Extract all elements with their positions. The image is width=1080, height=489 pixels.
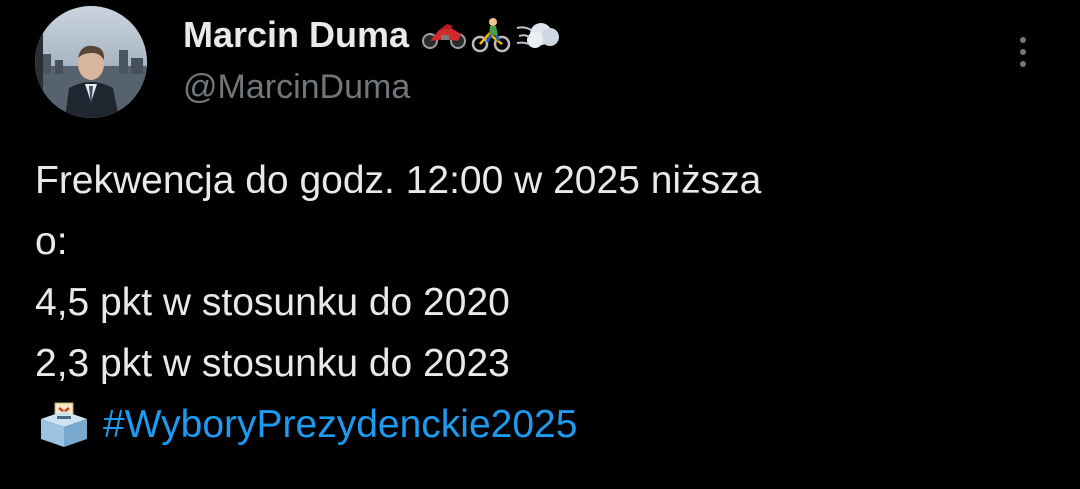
user-handle[interactable]: @MarcinDuma — [183, 68, 410, 107]
hashtag-link[interactable]: #WyboryPrezydenckie2025 — [103, 394, 577, 455]
ballot-box-emoji — [41, 402, 87, 447]
tweet-text-line: 2,3 pkt w stosunku do 2023 — [35, 342, 510, 385]
more-options-button[interactable] — [1008, 30, 1038, 74]
display-name-text: Marcin Duma — [183, 14, 410, 55]
hashtag-line: #WyboryPrezydenckie2025 — [35, 394, 1045, 455]
tweet-text-line: 4,5 pkt w stosunku do 2020 — [35, 281, 510, 324]
cyclist-emoji — [471, 18, 511, 53]
avatar-photo — [35, 6, 147, 118]
more-vertical-icon — [1020, 61, 1026, 67]
tweet-text-line: Frekwencja do godz. 12:00 w 2025 niższa — [35, 159, 762, 202]
dash-emoji — [516, 23, 560, 48]
more-vertical-icon — [1020, 49, 1026, 55]
display-name[interactable]: Marcin Duma — [183, 14, 561, 56]
name-emojis — [421, 17, 561, 53]
tweet-text: Frekwencja do godz. 12:00 w 2025 niższa … — [35, 150, 1045, 455]
avatar[interactable] — [35, 6, 147, 118]
tweet-text-line: o: — [35, 220, 68, 263]
more-vertical-icon — [1020, 37, 1026, 43]
motorcycle-emoji — [422, 24, 467, 49]
